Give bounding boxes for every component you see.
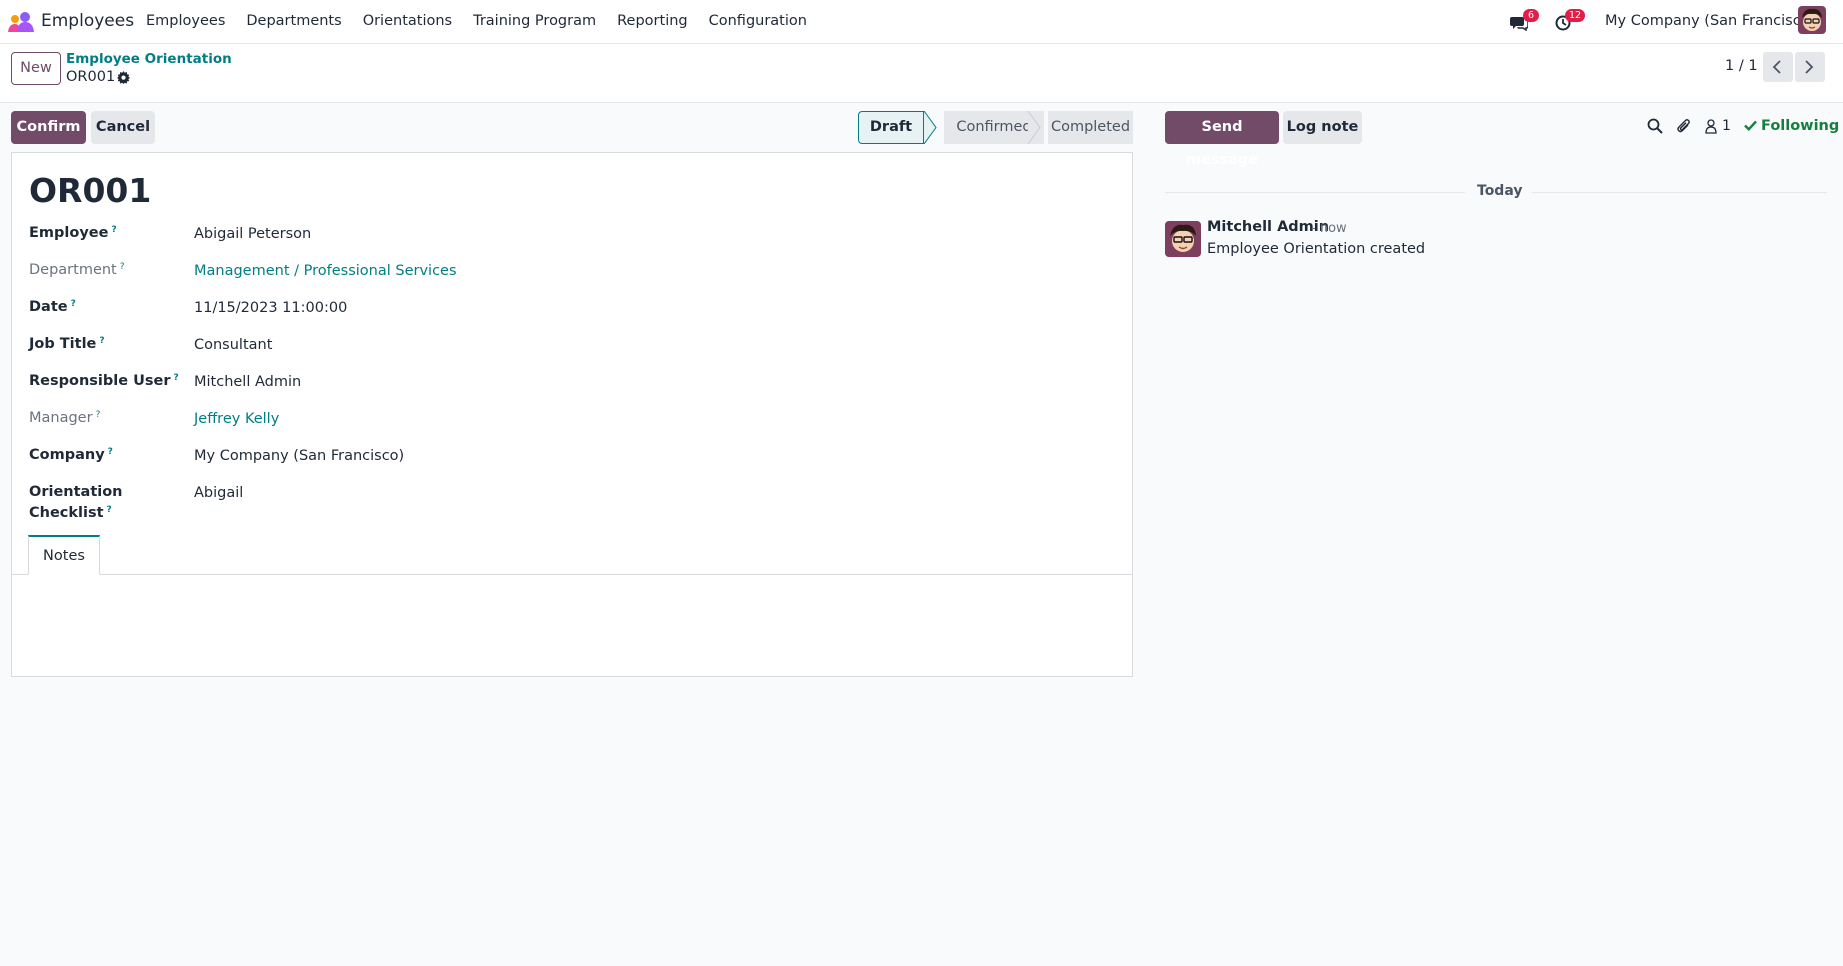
- pager-value: 1 / 1: [1725, 58, 1758, 74]
- label-orientation-checklist-line2: Checklist?: [29, 505, 112, 521]
- activities-badge: 12: [1565, 9, 1586, 22]
- form-sheet: OR001 Employee? Abigail Peterson Departm…: [11, 152, 1133, 677]
- menu-reporting[interactable]: Reporting: [617, 13, 688, 29]
- label-responsible-user: Responsible User?: [29, 373, 179, 389]
- paperclip-icon[interactable]: [1676, 118, 1692, 135]
- status-draft[interactable]: Draft: [858, 111, 924, 144]
- help-icon[interactable]: ?: [71, 299, 76, 309]
- label-department: Department?: [29, 262, 125, 278]
- help-icon[interactable]: ?: [108, 447, 113, 457]
- new-button[interactable]: New: [11, 52, 61, 85]
- job-title-field[interactable]: Consultant: [194, 337, 272, 353]
- statusbar: Confirmed Completed Draft: [858, 111, 1133, 144]
- pager-previous-button[interactable]: [1763, 52, 1793, 82]
- label-job-title: Job Title?: [29, 336, 105, 352]
- gear-icon[interactable]: [117, 71, 130, 84]
- cancel-button[interactable]: Cancel: [91, 111, 155, 144]
- control-panel: New Employee Orientation OR001 1 / 1: [0, 44, 1843, 103]
- top-navbar: Employees Employees Departments Orientat…: [0, 0, 1843, 44]
- following-button[interactable]: Following: [1744, 118, 1839, 134]
- date-separator-line: [1165, 192, 1465, 193]
- label-manager: Manager?: [29, 410, 101, 426]
- main-menu: Employees Departments Orientations Train…: [146, 13, 828, 29]
- search-icon[interactable]: [1647, 118, 1663, 134]
- notebook-divider: [12, 574, 1132, 575]
- messages-button[interactable]: 6: [1510, 9, 1539, 32]
- help-icon[interactable]: ?: [174, 373, 179, 383]
- help-icon[interactable]: ?: [120, 262, 125, 272]
- menu-employees[interactable]: Employees: [146, 13, 225, 29]
- followers-count: 1: [1722, 118, 1731, 134]
- pager-next-button[interactable]: [1795, 52, 1825, 82]
- check-icon: [1744, 120, 1757, 132]
- breadcrumb-current-record: OR001: [66, 69, 116, 85]
- message-body: Employee Orientation created: [1207, 241, 1426, 257]
- menu-orientations[interactable]: Orientations: [363, 13, 452, 29]
- avatar-image-icon: [1798, 6, 1826, 34]
- confirm-button[interactable]: Confirm: [11, 111, 86, 144]
- message-time: - now: [1311, 221, 1347, 236]
- messages-badge: 6: [1523, 9, 1539, 22]
- date-separator-line: [1532, 192, 1827, 193]
- message-author-avatar[interactable]: [1165, 221, 1201, 257]
- tab-notes[interactable]: Notes: [28, 535, 100, 575]
- send-message-button[interactable]: Send message: [1165, 111, 1279, 168]
- label-company: Company?: [29, 447, 113, 463]
- orientation-checklist-field[interactable]: Abigail: [194, 485, 243, 501]
- label-employee: Employee?: [29, 225, 117, 241]
- menu-configuration[interactable]: Configuration: [709, 13, 807, 29]
- chevron-right-icon: [1805, 60, 1814, 74]
- company-switcher[interactable]: My Company (San Francisco): [1605, 13, 1815, 29]
- user-avatar[interactable]: [1798, 6, 1826, 34]
- help-icon[interactable]: ?: [107, 505, 112, 515]
- date-separator: Today: [1477, 183, 1523, 199]
- department-link[interactable]: Management / Professional Services: [194, 263, 457, 279]
- date-field[interactable]: 11/15/2023 11:00:00: [194, 300, 347, 316]
- help-icon[interactable]: ?: [96, 410, 101, 420]
- label-orientation-checklist: Orientation: [29, 484, 123, 500]
- manager-link[interactable]: Jeffrey Kelly: [194, 411, 279, 427]
- breadcrumb-employee-orientation[interactable]: Employee Orientation: [66, 51, 232, 67]
- menu-departments[interactable]: Departments: [246, 13, 341, 29]
- company-field[interactable]: My Company (San Francisco): [194, 448, 404, 464]
- help-icon[interactable]: ?: [111, 225, 116, 235]
- avatar-image-icon: [1165, 221, 1201, 257]
- employee-field[interactable]: Abigail Peterson: [194, 226, 311, 242]
- label-date: Date?: [29, 299, 76, 315]
- record-name: OR001: [29, 171, 152, 210]
- app-name[interactable]: Employees: [41, 11, 134, 31]
- activities-button[interactable]: 12: [1555, 9, 1586, 32]
- responsible-user-field[interactable]: Mitchell Admin: [194, 374, 301, 390]
- followers-button[interactable]: 1: [1705, 117, 1731, 137]
- employees-app-logo-icon[interactable]: [8, 12, 34, 32]
- menu-training-program[interactable]: Training Program: [473, 13, 596, 29]
- log-note-button[interactable]: Log note: [1283, 111, 1362, 144]
- chevron-left-icon: [1772, 60, 1781, 74]
- help-icon[interactable]: ?: [99, 336, 104, 346]
- user-icon: [1705, 119, 1717, 134]
